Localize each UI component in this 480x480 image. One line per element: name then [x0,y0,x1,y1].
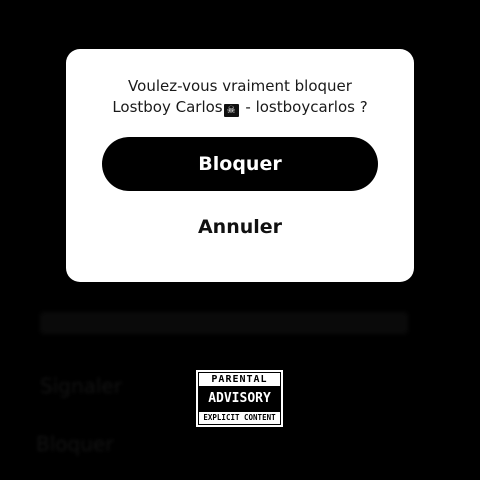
dialog-username: Lostboy Carlos [112,98,223,116]
block-button[interactable]: Bloquer [102,137,378,191]
background-block-option: Bloquer [36,432,114,456]
pirate-flag-icon: ☠ [223,104,239,117]
background-blurred-bar [40,312,408,334]
advisory-bottom-text: EXPLICIT CONTENT [199,412,280,424]
advisory-middle-text: ADVISORY [208,391,271,406]
dialog-handle: - lostboycarlos ? [240,98,368,116]
screen: Signaler Bloquer Voulez-vous vraiment bl… [0,0,480,480]
cancel-button[interactable]: Annuler [102,207,378,247]
background-report-option: Signaler [40,374,122,398]
advisory-top-text: PARENTAL [199,373,280,386]
dialog-message-line1: Voulez-vous vraiment bloquer [128,77,352,95]
block-confirmation-dialog: Voulez-vous vraiment bloquer Lostboy Car… [66,49,414,282]
dialog-message: Voulez-vous vraiment bloquer Lostboy Car… [66,76,414,118]
parental-advisory-label: PARENTAL ADVISORY EXPLICIT CONTENT [196,370,283,427]
